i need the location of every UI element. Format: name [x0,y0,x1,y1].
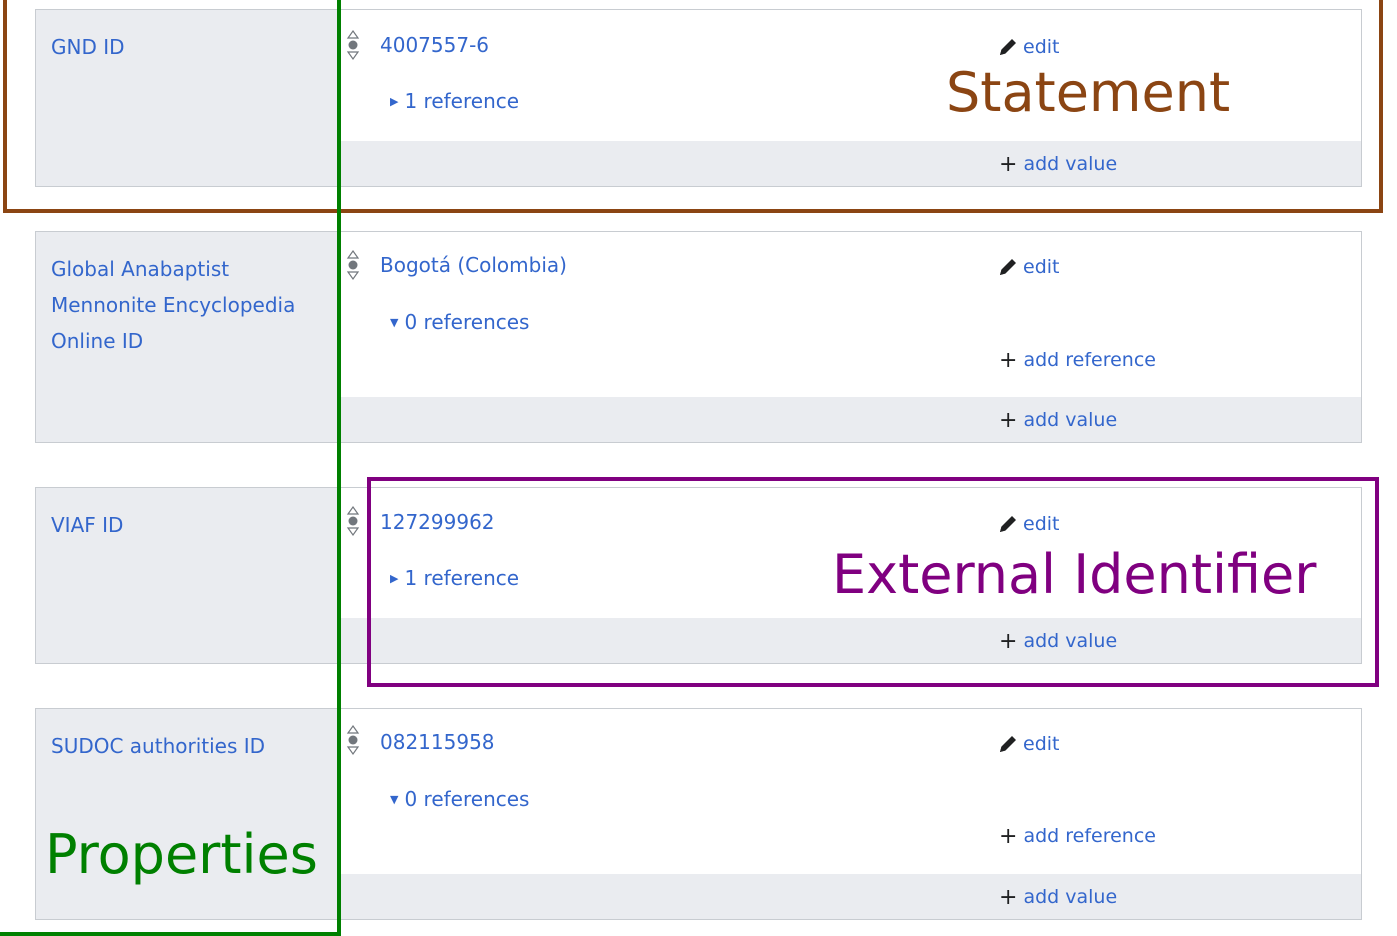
properties-annotation-label: Properties [45,823,318,886]
add-value-button[interactable]: + add value [999,407,1118,433]
add-value-label: add value [1023,409,1118,431]
plus-icon: + [999,348,1018,373]
edit-button[interactable]: edit [996,255,1059,279]
properties-annotation-box [0,0,341,936]
pencil-icon [1000,736,1016,752]
rank-selector-icon[interactable] [346,249,360,283]
rank-selector-icon[interactable] [346,505,360,539]
references-count: 0 references [404,787,530,811]
statement-annotation-label: Statement [946,61,1231,124]
statement-value-link[interactable]: 082115958 [380,730,495,754]
add-value-bar: + add value [341,397,1361,442]
references-toggle[interactable]: ▼ 0 references [390,310,529,334]
edit-label: edit [1023,733,1060,755]
plus-icon: + [999,824,1018,849]
external-identifier-annotation-label: External Identifier [832,543,1317,606]
add-value-bar: + add value [341,874,1361,919]
triangle-down-icon: ▼ [390,315,399,329]
rank-selector-icon[interactable] [346,724,360,758]
add-reference-button[interactable]: + add reference [999,347,1156,373]
add-value-button[interactable]: + add value [999,884,1118,910]
add-reference-label: add reference [1023,825,1156,847]
plus-icon: + [999,885,1018,910]
triangle-down-icon: ▼ [390,792,399,806]
pencil-icon [1000,259,1016,275]
edit-button[interactable]: edit [996,732,1059,756]
references-toggle[interactable]: ▼ 0 references [390,787,529,811]
edit-label: edit [1023,256,1060,278]
add-reference-label: add reference [1023,349,1156,371]
add-reference-button[interactable]: + add reference [999,823,1156,849]
references-count: 0 references [404,310,530,334]
add-value-label: add value [1023,886,1118,908]
statement-value-link[interactable]: Bogotá (Colombia) [380,253,567,277]
plus-icon: + [999,408,1018,433]
